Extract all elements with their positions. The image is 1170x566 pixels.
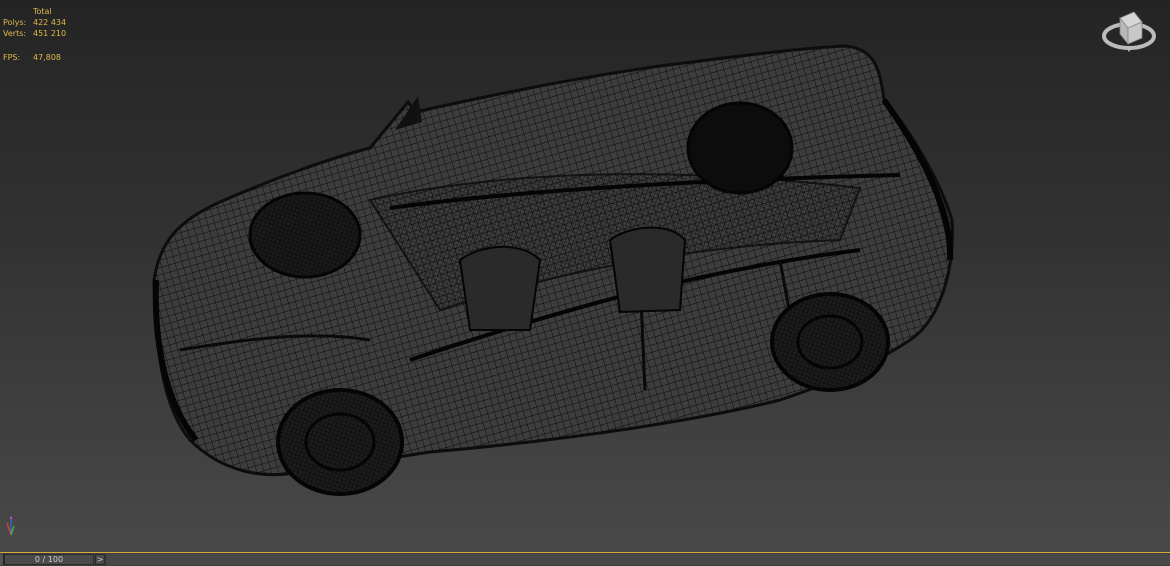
next-frame-button[interactable]: > <box>95 554 105 565</box>
spare-wheel-rear <box>686 101 794 195</box>
polys-value: 422 434 <box>33 18 67 27</box>
axis-tripod-icon <box>6 516 15 536</box>
wheel-rear <box>770 292 890 392</box>
timeline-track[interactable] <box>107 554 1170 565</box>
timeline-bar: 0 / 100 > <box>0 552 1170 566</box>
statistics-overlay: Total Polys: 422 434 Verts: 451 210 FPS:… <box>3 6 66 63</box>
stats-total-header: Total <box>33 7 52 16</box>
wheel-front <box>276 388 404 496</box>
verts-label: Verts: <box>3 29 27 38</box>
verts-value: 451 210 <box>33 29 67 38</box>
fps-label: FPS: <box>3 53 21 62</box>
spare-wheel-front <box>248 191 362 279</box>
fps-value: 47,808 <box>33 53 61 62</box>
viewport[interactable]: Total Polys: 422 434 Verts: 451 210 FPS:… <box>0 0 1170 552</box>
car-wireframe-model[interactable] <box>140 40 960 500</box>
viewcube-icon[interactable] <box>1100 6 1158 56</box>
polys-label: Polys: <box>3 18 27 27</box>
time-slider[interactable]: 0 / 100 <box>4 554 94 565</box>
